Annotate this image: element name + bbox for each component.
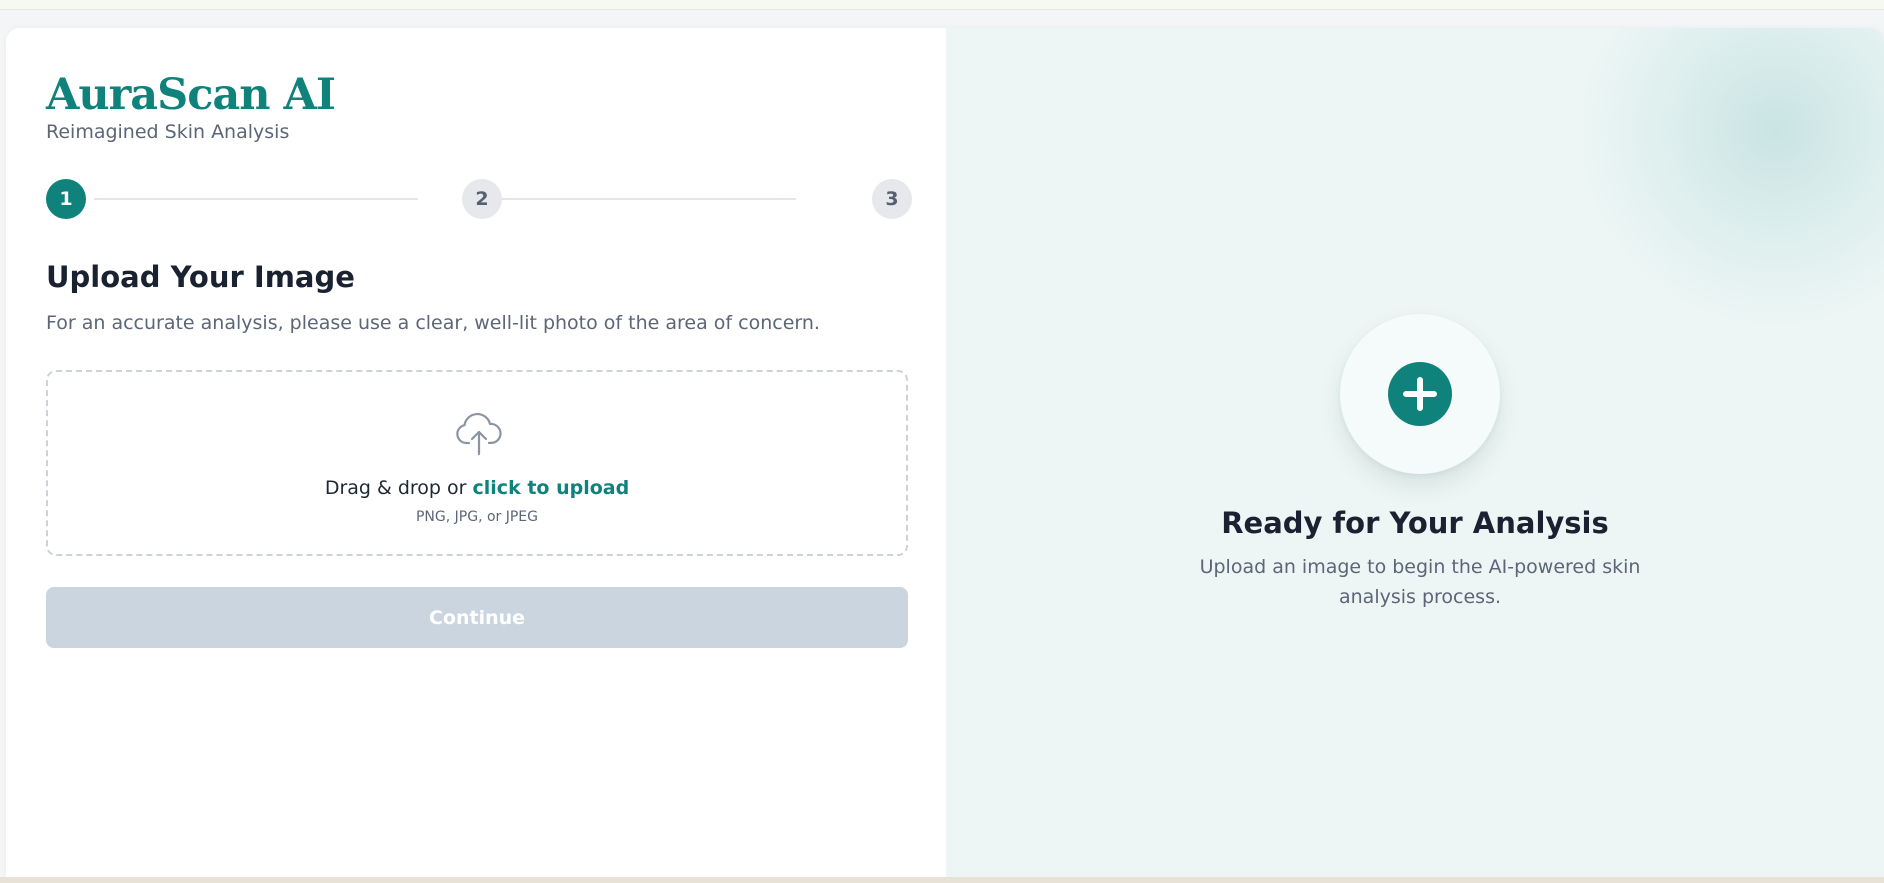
analysis-preview-panel: Ready for Your Analysis Upload an image … (946, 28, 1884, 877)
step-3: 3 (872, 179, 912, 219)
dropzone-instructions: Drag & drop or click to upload (48, 477, 906, 499)
plus-circle-icon (1388, 362, 1452, 426)
upload-panel: AuraScan AI Reimagined Skin Analysis 1 2… (6, 28, 946, 877)
decorative-glow (1566, 28, 1884, 328)
brand-logo: AuraScan AI (46, 70, 336, 120)
upload-description: For an accurate analysis, please use a c… (46, 312, 820, 334)
ready-description: Upload an image to begin the AI-powered … (1199, 556, 1641, 608)
app-container: AuraScan AI Reimagined Skin Analysis 1 2… (6, 28, 1884, 877)
image-dropzone[interactable]: Drag & drop or click to upload PNG, JPG,… (46, 370, 908, 556)
browser-bottom-strip (0, 877, 1884, 883)
click-to-upload-link[interactable]: click to upload (473, 477, 630, 499)
add-image-button[interactable] (1340, 314, 1500, 474)
brand-tagline: Reimagined Skin Analysis (46, 121, 290, 143)
step-connector-2-3 (472, 198, 796, 200)
progress-stepper: 1 2 3 (46, 179, 912, 219)
continue-button[interactable]: Continue (46, 587, 908, 648)
browser-top-strip (0, 0, 1884, 10)
accepted-formats: PNG, JPG, or JPEG (415, 509, 539, 525)
upload-title: Upload Your Image (46, 260, 355, 294)
step-1: 1 (46, 179, 86, 219)
ready-title: Ready for Your Analysis (1221, 506, 1609, 540)
dropzone-prefix: Drag & drop or (324, 477, 473, 499)
step-connector-1-2 (94, 198, 418, 200)
cloud-upload-icon (456, 412, 502, 456)
step-2: 2 (462, 179, 502, 219)
